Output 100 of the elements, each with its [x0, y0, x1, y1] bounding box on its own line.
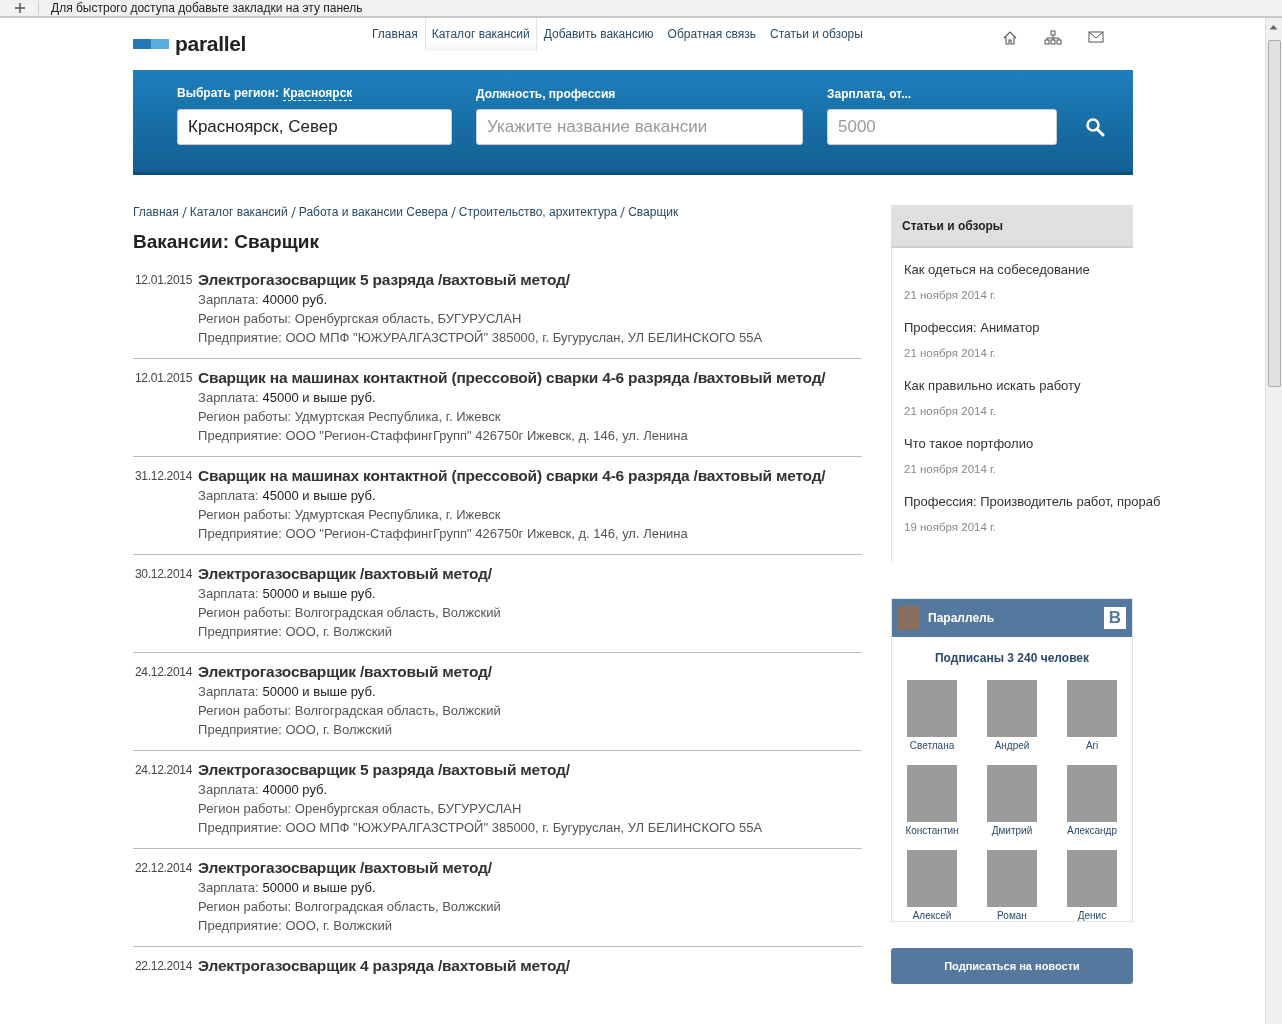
vacancy-date: 24.12.2014	[135, 763, 193, 778]
vacancy-company: Предприятие: ООО, г. Волжский	[198, 918, 392, 934]
vacancy-title[interactable]: Электрогазосварщик 5 разряда /вахтовый метод/	[198, 271, 570, 289]
photo-placeholder[interactable]	[987, 765, 1037, 822]
scrollbar-thumb[interactable]	[1268, 40, 1281, 387]
logo-text: parallel	[175, 32, 247, 56]
vacancy-company: Предприятие: ООО "Регион-СтаффингГрупп" 426750г Ижевск, д. 146, ул. Ленина	[198, 428, 688, 444]
subscriber-count: Подписаны 3 240 человек	[933, 651, 1091, 665]
article-link[interactable]: Как одеться на собеседование	[904, 262, 1090, 277]
vacancy-company: Предприятие: ООО, г. Волжский	[198, 722, 392, 738]
article-date: 21 ноября 2014 г.	[904, 463, 996, 475]
vacancy-company: Предприятие: ООО, г. Волжский	[198, 624, 392, 640]
vacancy-title[interactable]: Электрогазосварщик /вахтовый метод/	[198, 859, 492, 877]
position-field[interactable]: Укажите название вакансии	[476, 109, 803, 145]
sitemap-icon[interactable]	[1043, 30, 1062, 46]
salary-label: Зарплата:	[198, 782, 259, 798]
logo-icon	[133, 39, 169, 49]
vacancy-title[interactable]: Электрогазосварщик /вахтовый метод/	[198, 663, 492, 681]
photo-placeholder[interactable]	[987, 850, 1037, 907]
vacancy-date: 22.12.2014	[135, 861, 193, 876]
vacancy-company: Предприятие: ООО МПФ "ЮЖУРАЛГАЗСТРОЙ" 385000, г. Бугуруслан, УЛ БЕЛИНСКОГО 55А	[198, 330, 763, 346]
home-icon[interactable]	[1001, 30, 1018, 46]
salary-field[interactable]: 5000	[827, 109, 1057, 145]
add-icon[interactable]	[14, 2, 26, 14]
vacancy-date: 24.12.2014	[135, 665, 193, 680]
group-name[interactable]: Параллель	[928, 611, 995, 625]
nav-link[interactable]: Добавить вакансию	[536, 18, 661, 52]
photo-placeholder[interactable]	[907, 850, 957, 907]
article-link[interactable]: Профессия: Производитель работ, прораб	[904, 494, 1161, 509]
vacancy-company: Предприятие: ООО МПФ "ЮЖУРАЛГАЗСТРОЙ" 385000, г. Бугуруслан, УЛ БЕЛИНСКОГО 55А	[198, 820, 763, 836]
salary-value: 45000 и выше руб.	[262, 488, 376, 504]
member-name[interactable]: Дмитрий	[991, 825, 1033, 836]
field-label: Зарплата, от...	[827, 87, 912, 101]
photo-placeholder[interactable]	[907, 765, 957, 822]
vacancy-title[interactable]: Сварщик на машинах контактной (прессовой) сварки 4-6 разряда /вахтовый метод/	[198, 369, 826, 387]
nav-link[interactable]: Каталог вакансий	[424, 18, 537, 52]
bookmarks-hint: Для быстрого доступа добавьте закладки на эту панель	[51, 1, 363, 15]
vacancy-company: Предприятие: ООО "Регион-СтаффингГрупп" 426750г Ижевск, д. 146, ул. Ленина	[198, 526, 688, 542]
vacancy-title[interactable]: Электрогазосварщик 4 разряда /вахтовый метод/	[198, 957, 570, 975]
salary-value: 50000 и выше руб.	[262, 684, 376, 700]
nav-link[interactable]: Главная	[365, 18, 425, 52]
vacancy-region: Регион работы: Удмуртская Республика, г. Ижевск	[198, 409, 501, 425]
member-name[interactable]: Ari	[1085, 740, 1099, 751]
salary-value: 45000 и выше руб.	[262, 390, 376, 406]
photo-placeholder	[898, 606, 920, 630]
vacancy-region: Регион работы: Удмуртская Республика, г. Ижевск	[198, 507, 501, 523]
breadcrumb-link[interactable]: Работа и вакансии Севера	[298, 205, 448, 219]
vacancy-region: Регион работы: Волгоградская область, Волжский	[198, 899, 501, 915]
member-name[interactable]: Денис	[1077, 910, 1107, 921]
breadcrumb-link[interactable]: Сварщик	[628, 205, 679, 219]
social-logo-badge[interactable]: В	[1104, 607, 1126, 629]
breadcrumb-link[interactable]: Строительство, архитектура	[458, 205, 618, 219]
member-name[interactable]: Светлана	[909, 740, 955, 751]
member-name[interactable]: Роман	[997, 910, 1027, 921]
salary-label: Зарплата:	[198, 684, 259, 700]
vacancy-region: Регион работы: Оренбургская область, БУГУРУСЛАН	[198, 801, 522, 817]
member-name[interactable]: Алексей	[912, 910, 952, 921]
article-date: 19 ноября 2014 г.	[904, 521, 996, 533]
field-label: Должность, профессия	[476, 87, 616, 101]
vacancy-title[interactable]: Сварщик на машинах контактной (прессовой) сварки 4-6 разряда /вахтовый метод/	[198, 467, 826, 485]
member-name[interactable]: Александр	[1066, 825, 1117, 836]
article-link[interactable]: Как правильно искать работу	[904, 378, 1081, 393]
member-name[interactable]: Константин	[905, 825, 959, 836]
region-field[interactable]: Красноярск, Север	[177, 109, 452, 145]
salary-label: Зарплата:	[198, 880, 259, 896]
salary-value: 40000 руб.	[262, 782, 328, 798]
breadcrumb-link[interactable]: Каталог вакансий	[189, 205, 288, 219]
breadcrumb-link[interactable]: Главная	[133, 205, 179, 219]
salary-value: 50000 и выше руб.	[262, 880, 376, 896]
page-title: Вакансии: Сварщик	[133, 231, 320, 253]
photo-placeholder[interactable]	[1067, 850, 1117, 907]
subscribe-button[interactable]: Подписаться на новости	[891, 948, 1133, 984]
article-link[interactable]: Профессия: Аниматор	[904, 320, 1040, 335]
photo-placeholder[interactable]	[987, 680, 1037, 737]
scroll-up-arrow-icon[interactable]	[1269, 24, 1278, 30]
search-icon[interactable]	[1085, 117, 1105, 137]
section-header: Статьи и обзоры	[891, 205, 1133, 248]
region-link[interactable]: Красноярск	[282, 86, 353, 101]
vacancy-date: 12.01.2015	[135, 273, 193, 288]
salary-label: Зарплата:	[198, 390, 259, 406]
article-link[interactable]: Что такое портфолио	[904, 436, 1034, 451]
nav-link[interactable]: Статьи и обзоры	[763, 18, 870, 52]
salary-label: Зарплата:	[198, 488, 259, 504]
member-name[interactable]: Андрей	[994, 740, 1030, 751]
vacancy-date: 22.12.2014	[135, 959, 193, 974]
field-label: Выбрать регион:	[177, 86, 279, 101]
photo-placeholder[interactable]	[1067, 680, 1117, 737]
vacancy-title[interactable]: Электрогазосварщик /вахтовый метод/	[198, 565, 492, 583]
vacancy-title[interactable]: Электрогазосварщик 5 разряда /вахтовый метод/	[198, 761, 570, 779]
nav-link[interactable]: Обратная связь	[660, 18, 763, 52]
mail-icon[interactable]	[1087, 30, 1104, 44]
vacancy-region: Регион работы: Волгоградская область, Волжский	[198, 605, 501, 621]
salary-label: Зарплата:	[198, 292, 259, 308]
vacancy-region: Регион работы: Оренбургская область, БУГУРУСЛАН	[198, 311, 522, 327]
vacancy-date: 12.01.2015	[135, 371, 193, 386]
vacancy-date: 31.12.2014	[135, 469, 193, 484]
vacancy-region: Регион работы: Волгоградская область, Волжский	[198, 703, 501, 719]
photo-placeholder[interactable]	[907, 680, 957, 737]
article-date: 21 ноября 2014 г.	[904, 347, 996, 359]
photo-placeholder[interactable]	[1067, 765, 1117, 822]
